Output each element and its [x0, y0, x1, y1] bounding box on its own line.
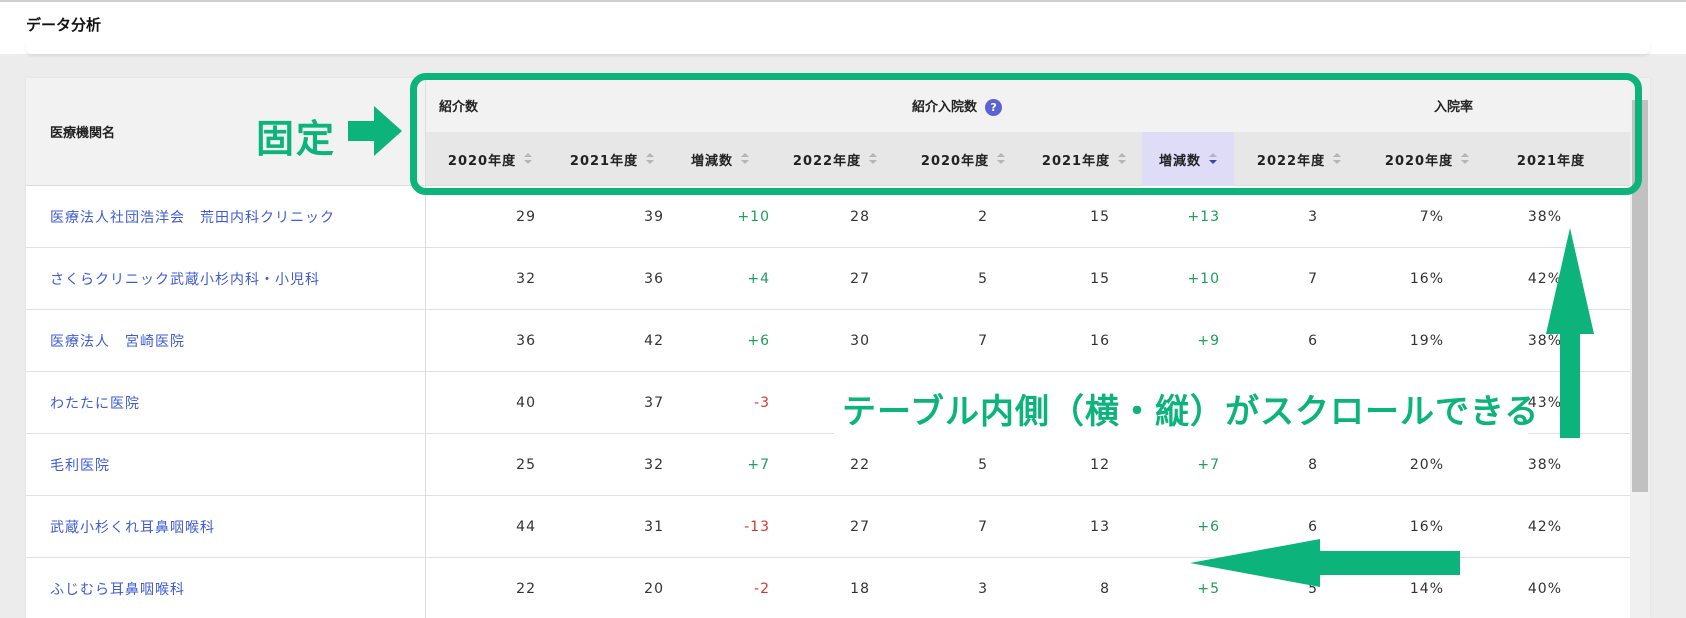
table-cell: 32 — [516, 271, 536, 287]
table-cell: 8 — [1100, 581, 1110, 597]
table-cell: 44 — [516, 519, 536, 535]
table-cell: 39 — [644, 209, 664, 225]
fixed-annotation-label: 固定 — [256, 117, 337, 161]
table-cell: -3 — [754, 395, 770, 411]
table-cell: +7 — [1197, 457, 1220, 473]
table-cell: 7 — [978, 333, 988, 349]
institution-name-link[interactable]: わたたに医院 — [26, 372, 425, 434]
institution-name-link[interactable]: 毛利医院 — [26, 434, 425, 496]
table-cell: +7 — [747, 457, 770, 473]
institution-name-link[interactable]: 医療法人 宮崎医院 — [26, 310, 425, 372]
table-cell: 8 — [1308, 457, 1318, 473]
page-title: データ分析 — [26, 16, 102, 34]
table-cell: 28 — [850, 209, 870, 225]
institution-name-header: 医療機関名 — [50, 126, 116, 141]
table-cell: 16 — [1090, 333, 1110, 349]
table-cell: +10 — [1187, 271, 1220, 287]
table-cell: 22 — [516, 581, 536, 597]
table-cell: 15 — [1090, 271, 1110, 287]
table-cell: 3 — [978, 581, 988, 597]
table-cell: 32 — [644, 457, 664, 473]
table-cell: 18 — [850, 581, 870, 597]
table-cell: 5 — [978, 457, 988, 473]
table-cell: 7 — [1308, 271, 1318, 287]
table-cell: 27 — [850, 519, 870, 535]
scroll-annotation-label: テーブル内側（横・縦）がスクロールできる — [842, 392, 1540, 432]
table-cell: 20 — [644, 581, 664, 597]
table-row: 29 39 +10 28 2 15 +13 3 7% 38% — [426, 186, 1650, 248]
table-row: 25 32 +7 22 5 12 +7 8 20% 38% — [426, 434, 1650, 496]
table-cell: 29 — [516, 209, 536, 225]
table-cell: 36 — [516, 333, 536, 349]
table-cell: 7 — [978, 519, 988, 535]
table-cell: 5 — [978, 271, 988, 287]
table-cell: -2 — [754, 581, 770, 597]
table-cell: 40% — [1527, 581, 1562, 597]
table-cell: 16% — [1409, 271, 1444, 287]
header-card-edge — [26, 40, 1650, 54]
left-arrow-icon — [1190, 539, 1460, 587]
institution-name-link[interactable]: ふじむら耳鼻咽喉科 — [26, 558, 425, 618]
table-cell: 3 — [1308, 209, 1318, 225]
table-cell: 27 — [850, 271, 870, 287]
institution-name-link[interactable]: 医療法人社団浩洋会 荒田内科クリニック — [26, 186, 425, 248]
table-cell: -13 — [744, 519, 770, 535]
table-cell: 2 — [978, 209, 988, 225]
table-row: 44 31 -13 27 7 13 +6 6 16% 42% — [426, 496, 1650, 558]
table-cell: 25 — [516, 457, 536, 473]
fixed-header-highlight-frame — [410, 73, 1642, 195]
table-cell: 7% — [1419, 209, 1444, 225]
institution-name-link[interactable]: さくらクリニック武蔵小杉内科・小児科 — [26, 248, 425, 310]
up-arrow-icon — [1546, 228, 1594, 438]
table-row: 22 20 -2 18 3 8 +5 5 14% 40% — [426, 558, 1650, 618]
table-cell: 40 — [516, 395, 536, 411]
table-cell: 20% — [1409, 457, 1444, 473]
institution-name-link[interactable]: 武蔵小杉くれ耳鼻咽喉科 — [26, 496, 425, 558]
table-cell: 6 — [1308, 333, 1318, 349]
table-cell: 31 — [644, 519, 664, 535]
table-cell: 38% — [1527, 457, 1562, 473]
table-cell: +4 — [747, 271, 770, 287]
table-cell: 22 — [850, 457, 870, 473]
table-cell: +13 — [1187, 209, 1220, 225]
table-cell: 37 — [644, 395, 664, 411]
table-cell: +9 — [1197, 333, 1220, 349]
table-row: 32 36 +4 27 5 15 +10 7 16% 42% — [426, 248, 1650, 310]
table-cell: 42% — [1527, 519, 1562, 535]
table-cell: +6 — [747, 333, 770, 349]
table-cell: 13 — [1090, 519, 1110, 535]
fixed-name-column: 医療機関名 医療法人社団浩洋会 荒田内科クリニック さくらクリニック武蔵小杉内科・… — [26, 78, 426, 618]
table-row: 36 42 +6 30 7 16 +9 6 19% 38% — [426, 310, 1650, 372]
table-cell: 42 — [644, 333, 664, 349]
table-cell: +10 — [737, 209, 770, 225]
table-cell: 19% — [1409, 333, 1444, 349]
table-cell: 36 — [644, 271, 664, 287]
table-cell: 12 — [1090, 457, 1110, 473]
right-arrow-icon — [348, 106, 402, 156]
table-cell: 30 — [850, 333, 870, 349]
table-cell: 15 — [1090, 209, 1110, 225]
